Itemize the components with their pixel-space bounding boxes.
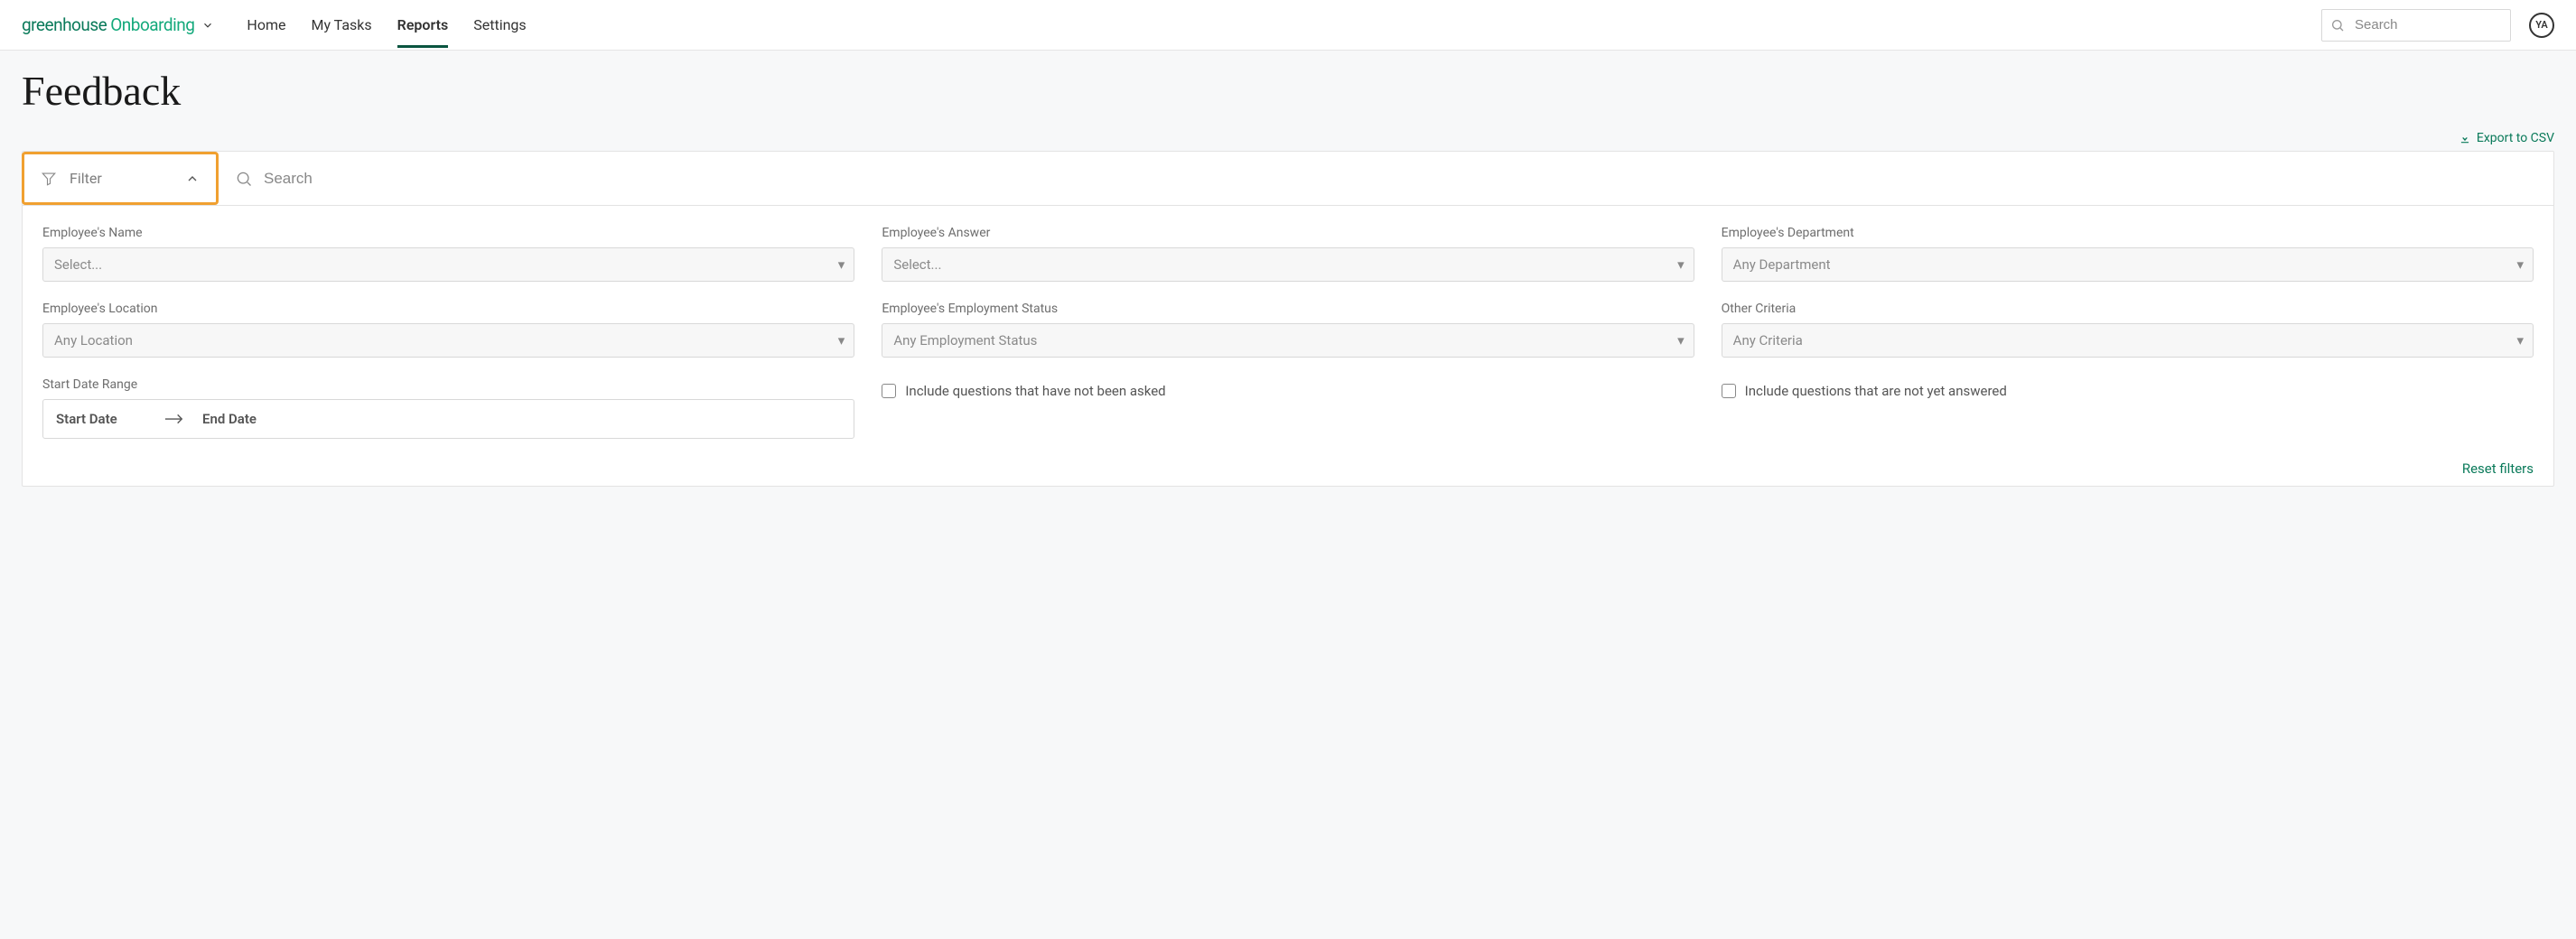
select-placeholder: Any Location xyxy=(54,332,133,349)
export-csv-button[interactable]: Export to CSV xyxy=(2459,131,2554,145)
select-placeholder: Select... xyxy=(893,256,941,273)
select-placeholder: Any Employment Status xyxy=(893,332,1037,349)
checkbox-icon xyxy=(1722,384,1736,398)
caret-down-icon: ▾ xyxy=(2516,256,2524,273)
filter-toggle-button[interactable]: Filter xyxy=(22,152,219,205)
label-employee-department: Employee's Department xyxy=(1722,226,2534,240)
chevron-up-icon xyxy=(185,172,200,186)
export-csv-label: Export to CSV xyxy=(2477,131,2554,145)
nav-settings[interactable]: Settings xyxy=(473,2,526,48)
panel-search xyxy=(219,161,2553,197)
logo-text-product: Onboarding xyxy=(110,14,194,35)
select-employee-location[interactable]: Any Location ▾ xyxy=(42,323,854,358)
checkbox-icon xyxy=(882,384,896,398)
select-placeholder: Any Criteria xyxy=(1733,332,1803,349)
checkbox-label: Include questions that are not yet answe… xyxy=(1745,383,2007,399)
label-employee-answer: Employee's Answer xyxy=(882,226,1694,240)
filter-group-employment-status: Employee's Employment Status Any Employm… xyxy=(882,302,1694,358)
label-employee-location: Employee's Location xyxy=(42,302,854,316)
label-employment-status: Employee's Employment Status xyxy=(882,302,1694,316)
caret-down-icon: ▾ xyxy=(1677,256,1685,273)
checkbox-include-not-asked[interactable]: Include questions that have not been ask… xyxy=(882,377,1694,399)
caret-down-icon: ▾ xyxy=(1677,332,1685,349)
nav-reports[interactable]: Reports xyxy=(397,2,449,48)
select-placeholder: Select... xyxy=(54,256,102,273)
filter-group-employee-name: Employee's Name Select... ▾ xyxy=(42,226,854,282)
select-employee-department[interactable]: Any Department ▾ xyxy=(1722,247,2534,282)
label-start-date-range: Start Date Range xyxy=(42,377,854,392)
caret-down-icon: ▾ xyxy=(2516,332,2524,349)
filter-group-other-criteria: Other Criteria Any Criteria ▾ xyxy=(1722,302,2534,358)
reset-row: Reset filters xyxy=(42,439,2534,477)
nav-links: Home My Tasks Reports Settings xyxy=(247,2,526,48)
filter-group-employee-location: Employee's Location Any Location ▾ xyxy=(42,302,854,358)
filter-grid: Employee's Name Select... ▾ Employee's A… xyxy=(42,226,2534,439)
download-icon xyxy=(2459,132,2471,144)
top-nav: greenhouse Onboarding Home My Tasks Repo… xyxy=(0,0,2576,51)
search-icon xyxy=(2330,18,2345,33)
filter-group-start-date-range: Start Date Range Start Date End Date xyxy=(42,377,854,439)
label-other-criteria: Other Criteria xyxy=(1722,302,2534,316)
nav-home[interactable]: Home xyxy=(247,2,285,48)
export-row: Export to CSV xyxy=(0,115,2576,151)
chevron-down-icon xyxy=(201,19,214,32)
filter-panel-header: Filter xyxy=(23,152,2553,206)
nav-my-tasks[interactable]: My Tasks xyxy=(311,2,371,48)
caret-down-icon: ▾ xyxy=(838,256,845,273)
funnel-icon xyxy=(41,171,57,187)
panel-search-input[interactable] xyxy=(264,161,2553,197)
search-icon xyxy=(235,170,253,188)
app-logo[interactable]: greenhouse Onboarding xyxy=(22,14,214,35)
select-placeholder: Any Department xyxy=(1733,256,1831,273)
global-search-input[interactable] xyxy=(2321,9,2511,42)
caret-down-icon: ▾ xyxy=(838,332,845,349)
filter-group-checkbox-not-asked: Include questions that have not been ask… xyxy=(882,377,1694,439)
filter-toggle-label: Filter xyxy=(70,170,173,187)
filter-group-employee-answer: Employee's Answer Select... ▾ xyxy=(882,226,1694,282)
filter-group-checkbox-not-answered: Include questions that are not yet answe… xyxy=(1722,377,2534,439)
select-other-criteria[interactable]: Any Criteria ▾ xyxy=(1722,323,2534,358)
select-employee-answer[interactable]: Select... ▾ xyxy=(882,247,1694,282)
nav-right: YA xyxy=(2321,9,2554,42)
checkbox-label: Include questions that have not been ask… xyxy=(905,383,1165,399)
checkbox-include-not-answered[interactable]: Include questions that are not yet answe… xyxy=(1722,377,2534,399)
page-title: Feedback xyxy=(22,67,2554,115)
page-header: Feedback xyxy=(0,51,2576,115)
user-avatar[interactable]: YA xyxy=(2529,13,2554,38)
select-employment-status[interactable]: Any Employment Status ▾ xyxy=(882,323,1694,358)
avatar-initials: YA xyxy=(2535,19,2547,31)
logo-text-brand: greenhouse xyxy=(22,14,107,35)
filter-panel: Filter Employee's Name Select... ▾ E xyxy=(22,151,2554,487)
start-date-label: Start Date xyxy=(56,411,146,427)
select-employee-name[interactable]: Select... ▾ xyxy=(42,247,854,282)
global-search xyxy=(2321,9,2511,42)
arrow-right-icon xyxy=(164,413,184,425)
end-date-label: End Date xyxy=(202,411,257,427)
date-range-input[interactable]: Start Date End Date xyxy=(42,399,854,439)
filter-body: Employee's Name Select... ▾ Employee's A… xyxy=(23,206,2553,486)
label-employee-name: Employee's Name xyxy=(42,226,854,240)
filter-group-employee-department: Employee's Department Any Department ▾ xyxy=(1722,226,2534,282)
reset-filters-button[interactable]: Reset filters xyxy=(2462,460,2534,477)
